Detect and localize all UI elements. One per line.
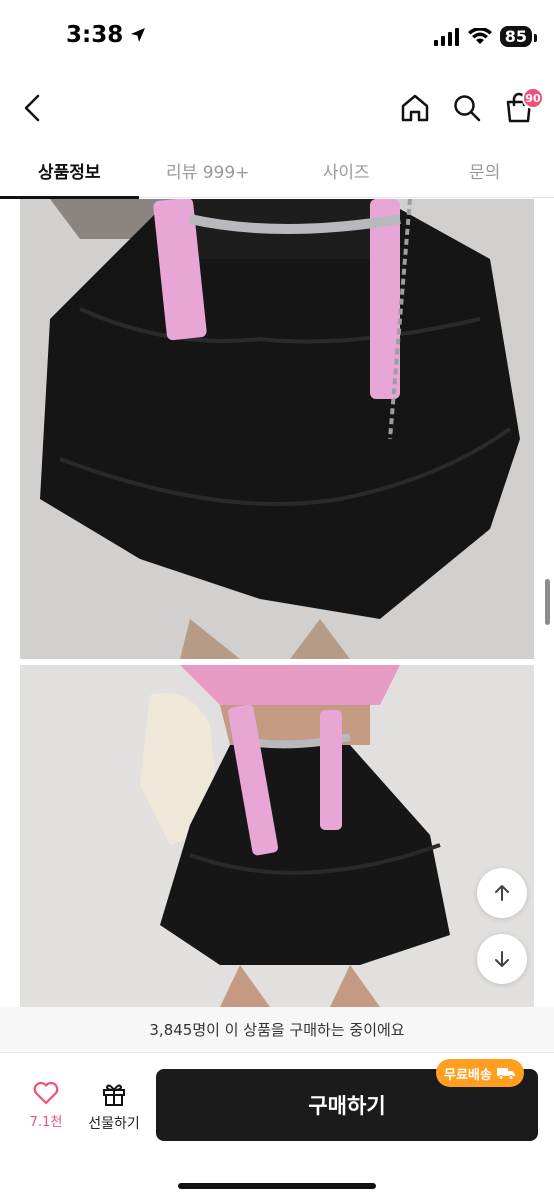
wifi-icon	[467, 27, 492, 44]
chevron-left-icon	[24, 94, 40, 122]
arrow-down-icon	[495, 951, 509, 967]
truck-icon	[496, 1068, 515, 1080]
bottom-purchase-bar: 7.1천 선물하기 구매하기 무료배송	[0, 1053, 554, 1200]
scrollbar[interactable]	[545, 579, 550, 625]
gift-button[interactable]: 선물하기	[84, 1081, 144, 1137]
status-bar: 3:38 85	[0, 0, 554, 76]
tab-product-info[interactable]: 상품정보	[0, 142, 139, 199]
home-icon	[401, 94, 429, 122]
product-detail-content[interactable]	[0, 199, 554, 1007]
location-arrow-icon	[131, 28, 146, 42]
gift-label: 선물하기	[88, 1116, 140, 1132]
tab-inquiry[interactable]: 문의	[416, 142, 554, 198]
buying-now-banner: 3,845명이 이 상품을 구매하는 중이에요	[0, 1007, 554, 1053]
skirt-photo-illustration	[20, 199, 534, 659]
search-icon	[454, 95, 481, 122]
gift-icon	[103, 1084, 125, 1106]
tab-size[interactable]: 사이즈	[277, 142, 416, 198]
heart-icon	[33, 1081, 59, 1105]
scroll-down-button[interactable]	[477, 934, 527, 984]
free-shipping-label: 무료배송	[444, 1067, 492, 1083]
top-navigation	[0, 76, 554, 142]
like-count: 7.1천	[29, 1115, 63, 1130]
scroll-up-button[interactable]	[477, 868, 527, 918]
like-button[interactable]: 7.1천	[18, 1081, 74, 1137]
back-button[interactable]	[14, 88, 50, 128]
arrow-up-icon	[495, 885, 509, 901]
home-button[interactable]	[396, 88, 434, 128]
search-button[interactable]	[448, 88, 486, 128]
product-photo-skirt-model	[20, 665, 534, 1007]
status-time: 3:38	[66, 22, 147, 48]
status-time-text: 3:38	[66, 22, 124, 48]
skirt-model-illustration	[20, 665, 534, 1007]
product-tabs: 상품정보 리뷰 999+ 사이즈 문의	[0, 142, 554, 199]
product-photo-skirt-front	[20, 199, 534, 659]
cart-count-badge: 90	[522, 87, 544, 109]
tab-reviews[interactable]: 리뷰 999+	[139, 142, 278, 198]
signal-icon	[433, 27, 459, 46]
free-shipping-badge: 무료배송	[436, 1059, 524, 1087]
battery-indicator: 85	[499, 26, 538, 47]
home-indicator	[178, 1183, 376, 1189]
status-indicators: 85	[433, 26, 538, 47]
